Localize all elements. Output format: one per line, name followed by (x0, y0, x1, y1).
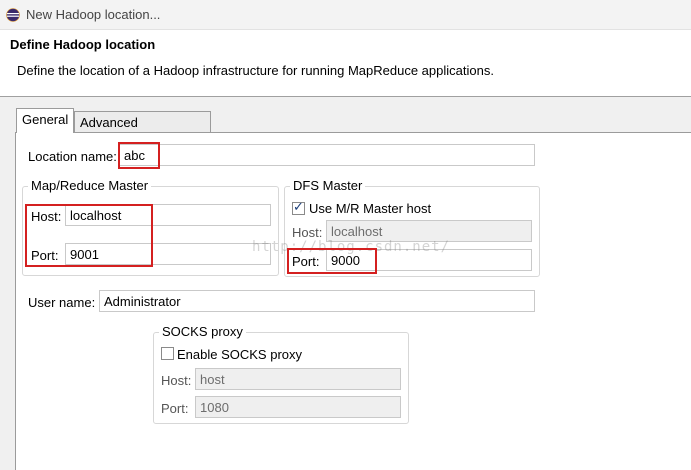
mr-host-label: Host: (31, 209, 62, 224)
enable-socks-proxy-label: Enable SOCKS proxy (177, 347, 303, 362)
user-name-input[interactable]: Administrator (99, 290, 535, 312)
mr-host-input[interactable]: localhost (65, 204, 271, 226)
socks-port-input[interactable]: 1080 (195, 396, 401, 418)
socks-host-input[interactable]: host (195, 368, 401, 390)
use-mr-master-host-label: Use M/R Master host (309, 201, 432, 216)
dfs-host-input[interactable]: localhost (326, 220, 532, 242)
window-title: New Hadoop location... (26, 7, 161, 22)
location-name-label: Location name: (28, 149, 117, 164)
dfs-host-label: Host: (292, 225, 323, 240)
mr-port-input[interactable]: 9001 (65, 243, 271, 265)
dialog-header: Define Hadoop location Define the locati… (0, 30, 691, 95)
use-mr-master-host-checkbox[interactable] (292, 200, 305, 215)
socks-host-label: Host: (161, 373, 192, 388)
socks-proxy-title: SOCKS proxy (159, 324, 246, 339)
location-name-input[interactable]: abc (119, 144, 535, 166)
window-titlebar: New Hadoop location... (0, 0, 691, 30)
mr-port-label: Port: (31, 248, 59, 263)
tab-general[interactable]: General (16, 108, 74, 133)
page-description: Define the location of a Hadoop infrastr… (17, 63, 494, 78)
mapreduce-master-title: Map/Reduce Master (28, 178, 152, 193)
eclipse-icon (6, 8, 20, 22)
user-name-label: User name: (28, 295, 96, 310)
socks-port-label: Port: (161, 401, 189, 416)
tab-advanced-parameters[interactable]: Advanced parameters (74, 111, 211, 145)
dfs-port-input[interactable]: 9000 (326, 249, 532, 271)
enable-socks-proxy-checkbox[interactable] (161, 347, 174, 360)
page-title: Define Hadoop location (10, 37, 156, 52)
dfs-master-title: DFS Master (290, 178, 366, 193)
dfs-port-label: Port: (292, 254, 320, 269)
